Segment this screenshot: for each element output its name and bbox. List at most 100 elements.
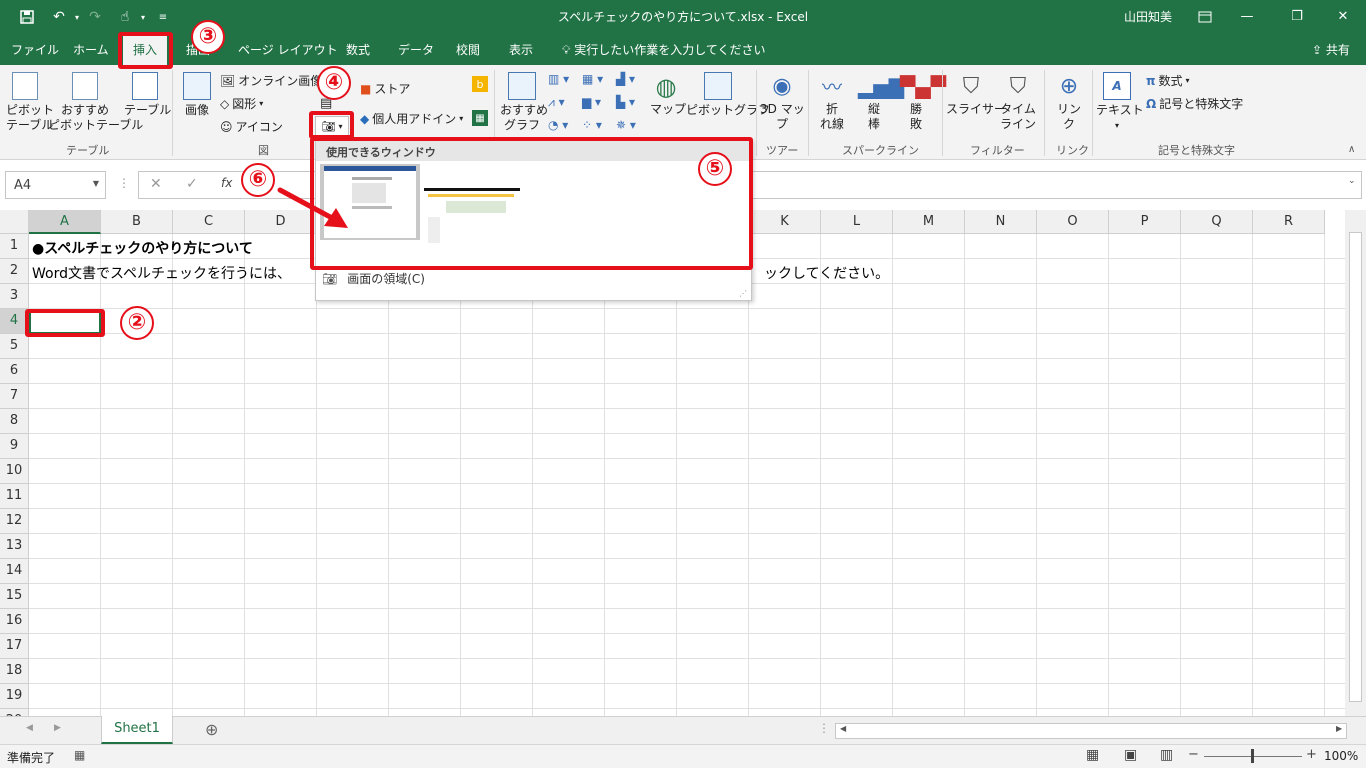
cancel-entry-icon[interactable]: ✕ [150,176,162,192]
select-all-corner[interactable] [0,210,29,234]
vertical-scroll-thumb[interactable] [1349,232,1362,702]
symbol-button[interactable]: Ω 記号と特殊文字 [1146,95,1243,112]
horizontal-scrollbar[interactable] [835,723,1347,739]
recommended-chart-button[interactable]: おすすめ グラフ [500,72,548,133]
ribbon-display-options-icon[interactable] [1194,6,1216,28]
next-sheet-icon[interactable]: ▶ [54,723,61,733]
row-header[interactable]: 16 [0,609,29,634]
row-header[interactable]: 17 [0,634,29,659]
tab-data[interactable]: データ [398,41,434,58]
row-header[interactable]: 13 [0,534,29,559]
table-button[interactable]: テーブル [124,72,171,118]
zoom-out-icon[interactable]: − [1188,747,1199,762]
normal-view-icon[interactable]: ▦ [1086,747,1099,763]
row-header[interactable]: 7 [0,384,29,409]
map-chart-button[interactable]: ◍ マップ [650,72,686,117]
text-button[interactable]: A テキスト ▾ [1096,72,1144,133]
row-header[interactable]: 6 [0,359,29,384]
insert-function-icon[interactable]: fx [221,176,232,190]
timeline-button[interactable]: ⛉ タイム ライン [1000,72,1036,132]
tab-formulas[interactable]: 数式 [346,41,370,58]
waterfall-chart-button[interactable]: ▟ ▾ [616,72,635,86]
tab-page-layout[interactable]: ページ レイアウト [238,41,338,58]
row-header[interactable]: 3 [0,284,29,309]
confirm-entry-icon[interactable]: ✓ [186,176,198,192]
equation-button[interactable]: π 数式 ▾ [1146,72,1190,89]
row-header[interactable]: 1 [0,234,29,259]
bing-maps-icon[interactable]: b [472,76,488,92]
people-graph-icon[interactable]: ▦ [472,110,488,126]
prev-sheet-icon[interactable]: ◀ [26,723,33,733]
sparkline-column-button[interactable]: ▂▅▇ 縦棒 [858,72,904,132]
row-header[interactable]: 11 [0,484,29,509]
column-header[interactable]: P [1109,210,1181,234]
radar-chart-button[interactable]: ✵ ▾ [616,118,636,132]
sheet-tab-sheet1[interactable]: Sheet1 [101,716,173,744]
column-header[interactable]: O [1037,210,1109,234]
page-layout-view-icon[interactable]: ▣ [1124,747,1137,763]
row-header[interactable]: 18 [0,659,29,684]
screen-clipping-item[interactable]: 📷︎ 画面の領域(C) [322,270,425,287]
line-chart-button[interactable]: ⩘ ▾ [548,95,565,110]
pivot-table-button[interactable]: ピボット テーブル [6,72,54,133]
row-header[interactable]: 14 [0,559,29,584]
row-header[interactable]: 12 [0,509,29,534]
row-header[interactable]: 15 [0,584,29,609]
minimize-button[interactable]: — [1224,0,1270,33]
link-button[interactable]: ⊕ リンク [1052,72,1086,132]
tell-me-search[interactable]: 💡︎ 実行したい作業を入力してください [562,41,766,58]
slicer-button[interactable]: ⛉ スライサー [946,72,1006,117]
column-header[interactable]: L [821,210,893,234]
pie-chart-button[interactable]: ◔ ▾ [548,118,568,132]
tab-home[interactable]: ホーム [73,41,109,58]
tab-review[interactable]: 校閲 [456,41,480,58]
combo-chart-button[interactable]: ▙ ▾ [616,95,635,109]
online-picture-button[interactable]: 🖼︎ オンライン画像 [220,72,322,89]
column-header[interactable]: Q [1181,210,1253,234]
row-header[interactable]: 5 [0,334,29,359]
cell-a2-text[interactable]: Word文書でスペルチェックを行うには、 [32,263,291,283]
column-chart-button[interactable]: ▥ ▾ [548,72,569,86]
cell-a1[interactable]: ●スペルチェックのやり方について [32,238,253,258]
row-header[interactable]: 8 [0,409,29,434]
zoom-in-icon[interactable]: + [1306,747,1317,762]
column-header[interactable]: A [29,210,101,234]
scroll-left-icon[interactable]: ◀ [840,724,846,733]
recommended-pivot-button[interactable]: おすすめ ピボットテーブル [48,72,143,133]
zoom-level[interactable]: 100% [1324,749,1358,763]
row-header[interactable]: 20 [0,709,29,716]
tab-view[interactable]: 表示 [509,41,533,58]
my-addins-button[interactable]: ◆ 個人用アドイン ▾ [360,110,463,127]
store-button[interactable]: ■ ストア [360,80,410,97]
row-header[interactable]: 19 [0,684,29,709]
column-header[interactable]: N [965,210,1037,234]
new-sheet-icon[interactable]: ⊕ [205,720,218,739]
page-break-view-icon[interactable]: ▥ [1160,747,1173,763]
column-header[interactable]: K [749,210,821,234]
split-grip-icon[interactable]: ⋮ [818,721,830,735]
picture-button[interactable]: 画像 [180,72,214,118]
column-header[interactable]: R [1253,210,1325,234]
macro-record-icon[interactable]: ▦ [74,748,85,762]
column-header[interactable]: B [101,210,173,234]
3d-map-button[interactable]: ◉ 3D マップ [760,72,805,132]
name-box[interactable]: A4 ▼ [5,171,106,199]
scroll-right-icon[interactable]: ▶ [1336,724,1342,733]
collapse-ribbon-icon[interactable]: ∧ [1348,144,1355,155]
row-header[interactable]: 9 [0,434,29,459]
sparkline-winloss-button[interactable]: ▀▄▀ 勝敗 [900,72,946,132]
icons-button[interactable]: ☺ アイコン [220,118,283,135]
hierarchy-chart-button[interactable]: ▦ ▾ [582,72,603,86]
row-header[interactable]: 10 [0,459,29,484]
sparkline-line-button[interactable]: 〰 折れ線 [816,72,848,132]
cell-gridlines[interactable] [29,234,1345,716]
zoom-slider-thumb[interactable] [1251,749,1254,763]
statistic-chart-button[interactable]: ▆ ▾ [582,95,601,109]
share-button[interactable]: ⇪ 共有 [1312,41,1350,58]
expand-formula-icon[interactable]: ⌄ [1348,176,1356,186]
shapes-button[interactable]: ◇ 図形 ▾ [220,95,263,112]
tab-file[interactable]: ファイル [11,41,59,58]
column-header[interactable]: M [893,210,965,234]
column-header[interactable]: C [173,210,245,234]
close-button[interactable]: ✕ [1320,0,1366,33]
